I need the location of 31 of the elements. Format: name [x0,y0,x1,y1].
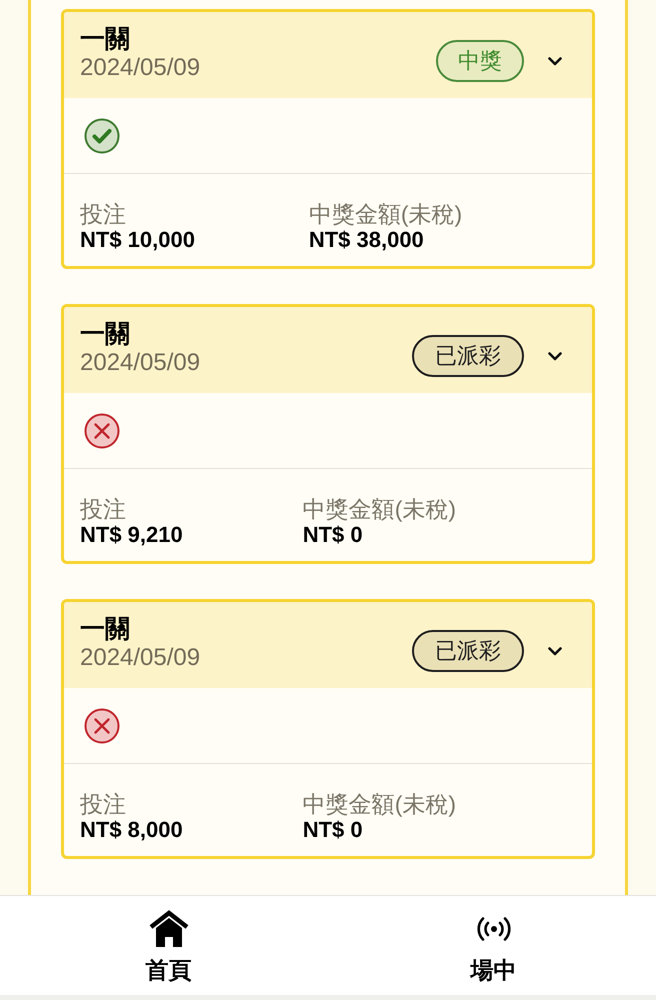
chevron-down-icon[interactable] [548,352,562,361]
stake-label: 投注 [80,497,127,522]
payout-label: 中獎金額(未稅) [302,792,458,817]
bet-date: 2024/05/09 [80,349,202,377]
stake-label: 投注 [80,202,127,227]
home-icon [148,910,188,948]
card-header[interactable]: 一關 2024/05/09 已派彩 [64,602,592,688]
status-badge: 已派彩 [412,630,524,672]
bet-date: 2024/05/09 [80,54,202,82]
status-badge: 已派彩 [412,335,524,377]
payout-label: 中獎金額(未稅) [302,497,458,522]
bet-date: 2024/05/09 [80,644,202,672]
nav-tab[interactable]: 場中 [331,896,656,995]
chevron-down-icon[interactable] [548,647,562,656]
status-badge: 中獎 [436,40,524,82]
stake-amount: NT$ 9,210 [80,522,184,547]
chevron-down-icon[interactable] [548,57,562,66]
payout-amount: NT$ 38,000 [308,227,425,252]
stake-amount: NT$ 10,000 [80,227,196,252]
bet-type: 一關 [80,319,131,349]
stake-amount: NT$ 8,000 [80,817,184,842]
bet-type: 一關 [80,24,131,54]
broadcast-icon [476,916,510,942]
payout-amount: NT$ 0 [302,522,364,547]
bet-type: 一關 [80,614,131,644]
card-header[interactable]: 一關 2024/05/09 中獎 [64,12,592,98]
nav-tab[interactable]: 首頁 [6,896,331,995]
payout-amount: NT$ 0 [302,817,364,842]
card-header[interactable]: 一關 2024/05/09 已派彩 [64,307,592,393]
payout-label: 中獎金額(未稅) [308,202,464,227]
stake-label: 投注 [80,792,127,817]
